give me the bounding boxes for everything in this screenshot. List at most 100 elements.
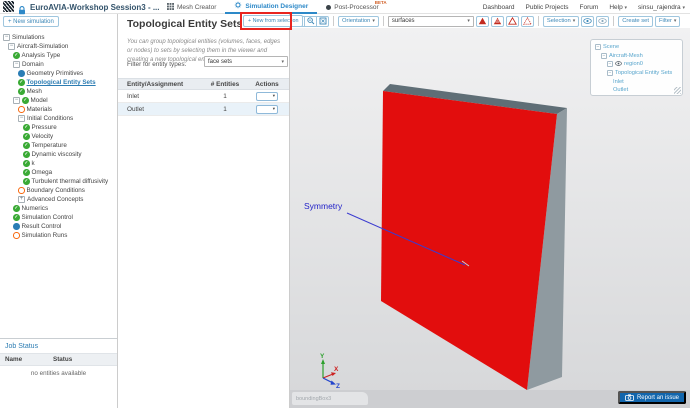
user-menu[interactable]: sinsu_rajendra ▾ [638,4,685,11]
tree-item-analysis-type[interactable]: ✓ Analysis Type [0,51,117,60]
tree-item-label: Topological Entity Sets [26,79,96,86]
collapse-icon[interactable]: − [3,34,10,41]
tree-item-omega[interactable]: ✓ Omega [0,168,117,177]
table-row-outlet[interactable]: Outlet 1 ▾ [118,103,289,116]
collapse-icon[interactable]: − [13,61,20,68]
check-icon: ✓ [13,205,20,212]
nav-public-projects[interactable]: Public Projects [526,4,569,11]
toolbar-separator [613,16,615,26]
tree-item-velocity[interactable]: ✓ Velocity [0,132,117,141]
new-simulation-button[interactable]: + New simulation [3,16,59,27]
entity-type-select[interactable]: face sets ▾ [204,56,288,67]
job-status-empty-text: no entities available [30,370,87,377]
tree-item-pressure[interactable]: ✓ Pressure [0,123,117,132]
tree-item-turbulent-thermal-diffusivity[interactable]: ✓ Turbulent thermal diffusivity [0,177,117,186]
entity-count: 1 [223,92,227,100]
tab-mesh-creator[interactable]: Mesh Creator [158,0,225,14]
tree-item-label: Initial Conditions [27,115,74,122]
status-dot-icon [18,70,25,77]
tree-item-boundary-conditions[interactable]: Boundary Conditions [0,186,117,195]
orientation-dropdown[interactable]: Orientation ▾ [338,15,379,27]
tree-item-label: Materials [26,106,53,113]
tree-item-model[interactable]: − ✓ Model [0,96,117,105]
tab-label: Simulation Designer [245,2,309,10]
job-status-panel: Job Status Name Status no entities avail… [0,338,117,408]
collapse-icon[interactable]: − [595,44,601,51]
collapse-icon[interactable]: − [601,52,607,59]
create-set-button[interactable]: Create set [618,15,653,27]
tree-item-advanced-concepts[interactable]: + Advanced Concepts [0,195,117,204]
sidebar: + New simulation − Simulations − Aircraft-S… [0,14,118,408]
render-solid-button[interactable] [475,15,489,27]
show-selection-button[interactable] [581,15,595,27]
tree-item-result-control[interactable]: Result Control [0,222,117,231]
tree-item-label: Temperature [31,142,67,149]
tree-item-dynamic-viscosity[interactable]: ✓ Dynamic viscosity [0,150,117,159]
tree-item-aircraft-simulation[interactable]: − Aircraft-Simulation [0,42,117,51]
collapse-icon[interactable]: − [8,43,15,50]
check-icon: ✓ [23,160,30,167]
hide-selection-button[interactable] [596,15,610,27]
scene-item-topological-entity-sets[interactable]: − Topological Entity Sets [595,69,682,78]
scene-item-aircraft-mesh[interactable]: − Aircraft-Mesh [595,52,682,61]
tree-item-numerics[interactable]: ✓ Numerics [0,204,117,213]
tree-item-geometry-primitives[interactable]: Geometry Primitives [0,69,117,78]
tree-item-simulation-runs[interactable]: Simulation Runs [0,231,117,240]
tree-item-label: k [31,160,35,167]
entity-actions-select[interactable]: ▾ [256,104,278,114]
tree-item-label: Velocity [31,133,54,140]
tab-post-processor[interactable]: Post-Processor BETA [317,0,387,14]
check-icon: ✓ [13,214,20,221]
render-points-button[interactable] [520,15,534,27]
surfaces-select[interactable]: surfaces ▾ [387,15,474,27]
collapse-icon[interactable]: − [607,70,613,77]
scene-item-scene[interactable]: − Scene [595,43,682,52]
render-wireframe-button[interactable] [505,15,519,27]
scene-item-outlet[interactable]: Outlet [595,86,682,95]
nav-forum[interactable]: Forum [580,4,599,11]
filter-dropdown[interactable]: Filter ▾ [655,15,681,27]
lock-icon [18,2,26,20]
selection-dropdown[interactable]: Selection ▾ [542,15,580,27]
tree-item-temperature[interactable]: ✓ Temperature [0,141,117,150]
settings-panel: Topological Entity Sets + New from selec… [118,12,304,408]
nav-dashboard[interactable]: Dashboard [483,4,515,11]
render-solid-wire-button[interactable] [490,15,504,27]
tab-simulation-designer[interactable]: Simulation Designer [225,0,318,14]
tree-item-initial-conditions[interactable]: − Initial Conditions [0,114,117,123]
fit-view-button[interactable] [316,15,329,27]
check-icon: ✓ [23,142,30,149]
collapse-icon[interactable]: − [607,61,613,68]
tree-item-mesh[interactable]: ✓ Mesh [0,87,117,96]
scene-item-label: Aircraft-Mesh [609,52,643,59]
nav-help[interactable]: Help ▾ [609,4,627,11]
entity-actions-cell: ▾ [245,91,289,101]
collapse-icon[interactable]: − [13,97,20,104]
job-status-header: Name Status [0,353,117,366]
table-row-inlet[interactable]: Inlet 1 ▾ [118,90,289,103]
scene-item-inlet[interactable]: Inlet [595,77,682,86]
viewport-3d[interactable]: Y X Z Symmetry − Scene − Aircraft-Mesh − regi… [290,28,690,408]
filter-label: Filter for entity types. [127,61,187,68]
tree-item-domain[interactable]: − Domain [0,60,117,69]
column-status: Status [53,356,73,363]
tree-item-k[interactable]: ✓ k [0,159,117,168]
column-actions: Actions [255,80,279,88]
entity-actions-select[interactable]: ▾ [256,91,278,101]
entity-table: Entity/Assignment # Entities Actions Inl… [118,78,289,116]
report-issue-button[interactable]: Report an issue [617,391,686,404]
resize-handle[interactable] [674,87,681,94]
new-from-selection-button[interactable]: + New from selection [243,15,304,27]
tree-item-simulations[interactable]: − Simulations [0,33,117,42]
tree-item-materials[interactable]: Materials [0,105,117,114]
tree-item-simulation-control[interactable]: ✓ Simulation Control [0,213,117,222]
box-front-face-symmetry[interactable] [381,91,557,390]
collapse-icon[interactable]: − [18,115,25,122]
toolbar-separator [333,16,334,26]
expand-icon[interactable]: + [18,196,25,203]
tree-item-topological-entity-sets[interactable]: ✓ Topological Entity Sets [0,78,117,87]
post-processor-icon [326,4,332,10]
scene-item-region0[interactable]: − region0 [595,60,682,69]
eye-icon[interactable] [615,61,622,68]
entity-actions-cell: ▾ [245,104,289,114]
